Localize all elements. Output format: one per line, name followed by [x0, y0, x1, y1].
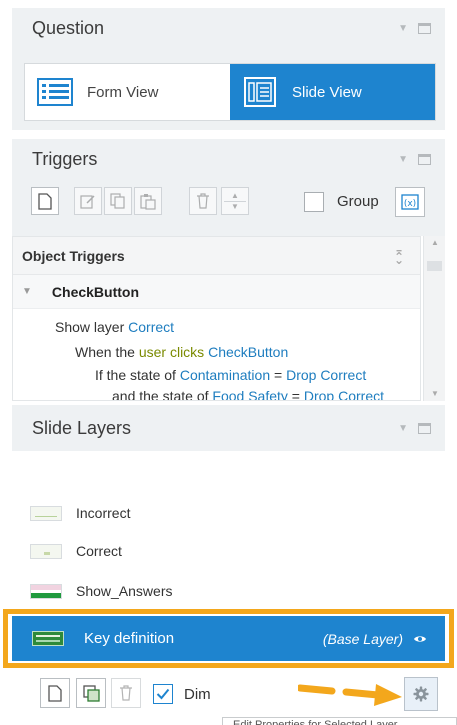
- triggers-scrollbar[interactable]: ▲ ▼: [423, 236, 445, 401]
- view-toggle: Form View Slide View: [24, 63, 436, 121]
- expand-arrow-icon[interactable]: ▼: [22, 286, 32, 297]
- gear-icon: [413, 686, 429, 702]
- annotation-arrow-icon: [298, 684, 402, 706]
- tooltip: Edit Properties for Selected Layer: [222, 717, 457, 725]
- dim-checkbox[interactable]: [153, 684, 173, 704]
- collapse-arrow-icon[interactable]: ▼: [398, 423, 408, 434]
- trigger-condition-line-2[interactable]: and the state of Food Safety = Drop Corr…: [112, 388, 384, 400]
- trigger-object-item[interactable]: ▼ CheckButton: [13, 275, 420, 309]
- triggers-panel-title: Triggers: [32, 148, 98, 169]
- form-view-label: Form View: [87, 83, 159, 101]
- trigger-condition-line[interactable]: If the state of Contamination = Drop Cor…: [95, 367, 366, 383]
- group-checkbox[interactable]: [304, 192, 324, 212]
- highlight-frame: [3, 609, 454, 668]
- move-trigger-buttons[interactable]: ▲ ▼: [221, 187, 249, 215]
- layer-item-show-answers[interactable]: Show_Answers: [30, 577, 173, 605]
- layer-item-correct[interactable]: Correct: [30, 537, 122, 565]
- slide-view-label: Slide View: [292, 83, 362, 101]
- move-down-icon[interactable]: ▼: [231, 202, 239, 212]
- new-layer-button[interactable]: [40, 678, 70, 708]
- paste-trigger-button[interactable]: [134, 187, 162, 215]
- layer-thumbnail: [30, 583, 62, 599]
- layer-thumbnail: [30, 505, 62, 521]
- dim-label: Dim: [184, 686, 211, 703]
- new-document-icon: [38, 192, 52, 210]
- paste-icon: [140, 193, 156, 210]
- slide-layers-title: Slide Layers: [32, 417, 132, 438]
- maximize-icon[interactable]: [418, 22, 431, 34]
- group-label: Group: [337, 193, 379, 210]
- slide-layers-panel-header: Slide Layers ▼: [12, 405, 445, 451]
- svg-text:(x): (x): [404, 199, 416, 209]
- form-view-button[interactable]: Form View: [25, 64, 230, 120]
- collapse-all-icon[interactable]: ⌅ ⌄: [394, 245, 404, 266]
- triggers-panel-header: Triggers ▼: [12, 139, 445, 179]
- form-view-icon: [37, 77, 73, 107]
- copy-icon: [110, 193, 125, 209]
- variables-icon: (x): [401, 194, 419, 210]
- move-up-icon[interactable]: ▲: [231, 191, 239, 201]
- layer-thumbnail: [30, 543, 62, 559]
- maximize-icon[interactable]: [418, 422, 431, 434]
- slide-view-icon: [242, 77, 278, 107]
- maximize-icon[interactable]: [418, 153, 431, 165]
- trigger-when-line[interactable]: When the user clicks CheckButton: [75, 344, 288, 360]
- duplicate-layer-button[interactable]: [76, 678, 106, 708]
- scroll-down-icon[interactable]: ▼: [431, 389, 439, 398]
- collapse-arrow-icon[interactable]: ▼: [398, 23, 408, 34]
- layer-item-incorrect[interactable]: Incorrect: [30, 499, 130, 527]
- trash-icon: [120, 685, 132, 701]
- question-panel-title: Question: [32, 17, 105, 38]
- object-triggers-list: Object Triggers ⌅ ⌄ ▼ CheckButton Show la…: [12, 236, 421, 401]
- new-document-icon: [48, 684, 62, 702]
- object-triggers-header: Object Triggers ⌅ ⌄: [13, 237, 420, 275]
- variables-button[interactable]: (x): [395, 187, 425, 217]
- edit-trigger-button[interactable]: [74, 187, 102, 215]
- copy-trigger-button[interactable]: [104, 187, 132, 215]
- layer-properties-button[interactable]: [404, 677, 438, 711]
- scroll-up-icon[interactable]: ▲: [431, 238, 439, 247]
- edit-icon: [80, 195, 95, 209]
- new-trigger-button[interactable]: [31, 187, 59, 215]
- scroll-thumb[interactable]: [427, 261, 442, 271]
- trash-icon: [197, 193, 209, 209]
- trigger-action-line[interactable]: Show layer Correct: [55, 319, 174, 335]
- slide-view-button[interactable]: Slide View: [230, 64, 435, 120]
- duplicate-icon: [82, 684, 100, 702]
- collapse-arrow-icon[interactable]: ▼: [398, 154, 408, 165]
- delete-layer-button[interactable]: [111, 678, 141, 708]
- delete-trigger-button[interactable]: [189, 187, 217, 215]
- question-panel-header: Question ▼: [12, 8, 445, 48]
- checkmark-icon: [156, 688, 170, 700]
